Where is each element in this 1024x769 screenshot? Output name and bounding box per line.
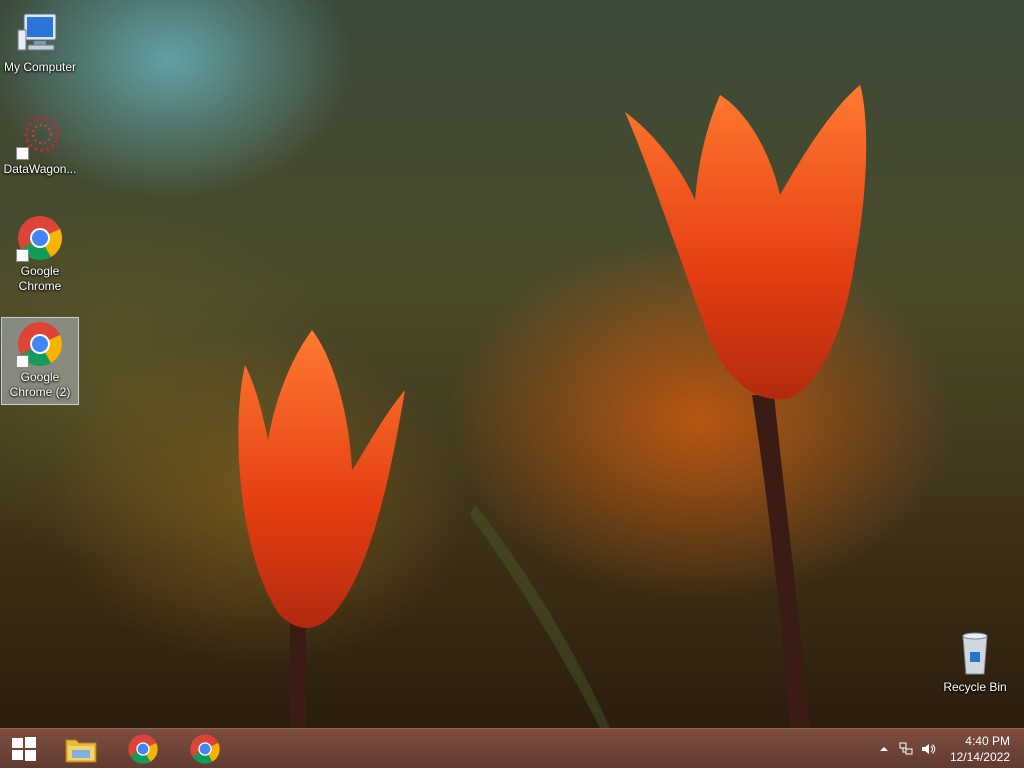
chrome-icon	[190, 734, 220, 764]
taskbar-chrome[interactable]	[119, 731, 167, 767]
clock-date: 12/14/2022	[949, 750, 1010, 764]
desktop-icon-label: Recycle Bin	[943, 680, 1007, 694]
file-explorer-icon	[65, 739, 97, 763]
desktop-icon-label: Google Chrome	[18, 264, 62, 293]
desktop-icon-my-computer[interactable]: My Computer	[0, 10, 80, 75]
chrome-icon	[128, 734, 158, 764]
desktop-icon-recycle-bin[interactable]: Recycle Bin	[935, 630, 1015, 695]
clock-time: 4:40 PM	[965, 734, 1010, 748]
chrome-icon	[16, 214, 64, 262]
taskbar-file-explorer[interactable]	[57, 731, 105, 767]
system-tray: 4:40 PM 12/14/2022	[864, 729, 1024, 769]
show-hidden-icons-chevron[interactable]	[876, 741, 892, 757]
chrome-icon	[16, 320, 64, 368]
shortcut-arrow-icon	[16, 147, 29, 160]
desktop-icon-google-chrome-2[interactable]: Google Chrome (2)	[1, 317, 79, 405]
network-icon[interactable]	[898, 741, 914, 757]
desktop-icon-google-chrome[interactable]: Google Chrome	[0, 214, 80, 294]
shortcut-arrow-icon	[16, 355, 29, 368]
computer-icon	[16, 10, 64, 58]
taskbar-chrome-2[interactable]	[181, 731, 229, 767]
windows-start-icon	[12, 737, 36, 761]
recycle-bin-icon	[951, 630, 999, 678]
start-button[interactable]	[0, 731, 48, 767]
desktop-icon-label: DataWagon...	[3, 162, 77, 176]
desktop-icon-datawagon[interactable]: DataWagon...	[0, 112, 80, 177]
desktop[interactable]: My Computer DataWagon... Google Chrome G…	[0, 0, 1024, 728]
desktop-icon-label: Google Chrome (2)	[9, 370, 71, 399]
shortcut-arrow-icon	[16, 249, 29, 262]
desktop-icon-label: My Computer	[3, 60, 77, 74]
taskbar: 4:40 PM 12/14/2022	[0, 728, 1024, 768]
wallpaper-image	[238, 85, 867, 728]
datawagon-icon	[16, 112, 64, 160]
clock[interactable]: 4:40 PM 12/14/2022	[930, 733, 1010, 765]
